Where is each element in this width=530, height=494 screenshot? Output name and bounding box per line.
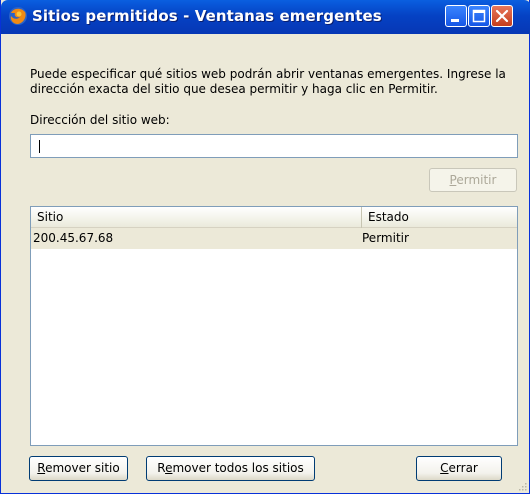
column-header-site[interactable]: Sitio [31,207,362,228]
column-header-state[interactable]: Estado [362,207,517,228]
row-state: Permitir [362,231,409,245]
remove-all-pre: R [157,461,166,475]
address-label: Dirección del sitio web: [30,113,170,127]
list-header: Sitio Estado [31,207,517,228]
remove-all-label: mover todos los sitios [172,461,304,475]
firefox-icon [9,7,27,25]
description-text: Puede especificar qué sitios web podrán … [30,67,506,96]
maximize-button[interactable] [468,5,490,27]
remove-all-sites-button[interactable]: Remover todos los sitios [146,456,315,481]
allow-button[interactable]: Permitir [429,168,517,192]
remove-accel: R [37,461,46,475]
close-button[interactable]: Cerrar [416,456,502,481]
allow-label: ermitir [456,173,497,187]
close-label: errar [448,461,478,475]
remove-site-button[interactable]: Remover sitio [29,456,128,481]
sites-list[interactable]: Sitio Estado 200.45.67.68 Permitir [30,206,518,446]
minimize-icon [451,19,459,22]
resize-grip-icon[interactable] [517,481,527,491]
list-row[interactable]: 200.45.67.68 Permitir [31,228,517,249]
row-site: 200.45.67.68 [33,231,114,245]
close-window-button[interactable] [491,5,513,27]
window-title: Sitios permitidos - Ventanas emergentes [32,7,382,25]
minimize-button[interactable] [445,5,467,27]
close-accel: C [440,461,449,475]
dialog-window: Sitios permitidos - Ventanas emergentes … [0,0,530,494]
maximize-icon [472,9,486,23]
address-input[interactable] [30,134,518,158]
text-caret [39,140,40,153]
close-icon [495,9,509,23]
title-bar[interactable]: Sitios permitidos - Ventanas emergentes [1,0,530,34]
remove-label: emover sitio [45,461,120,475]
